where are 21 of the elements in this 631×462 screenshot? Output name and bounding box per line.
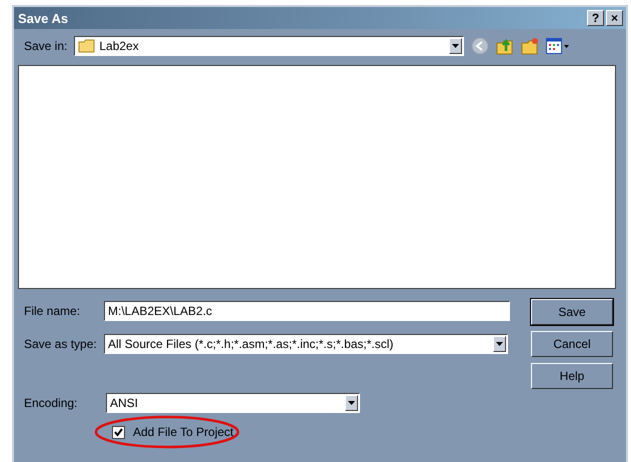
help-button[interactable]: ?	[587, 10, 604, 26]
window-title: Save As	[18, 10, 68, 26]
checkbox[interactable]	[112, 426, 125, 438]
encoding-label: Encoding:	[24, 396, 78, 410]
save-as-type-label: Save as type:	[24, 337, 96, 351]
close-button[interactable]: ×	[606, 10, 623, 26]
new-folder-icon[interactable]	[521, 37, 540, 55]
dialog-button[interactable]: Save	[531, 299, 613, 325]
file-name-label: File name:	[24, 304, 82, 318]
view-menu-icon[interactable]	[546, 38, 570, 54]
folder-icon	[78, 39, 96, 53]
save-as-type-dropdown[interactable]: All Source Files (*.c;*.h;*.asm;*.as;*.inc;*.s;*.bas;*.scl)	[104, 334, 508, 354]
back-icon[interactable]	[471, 37, 490, 55]
dialog-button[interactable]: Help	[531, 363, 613, 389]
checkbox-label: Add File To Project	[133, 425, 234, 439]
up-folder-icon[interactable]	[496, 37, 514, 55]
encoding-dropdown[interactable]: ANSI	[106, 393, 360, 413]
save-in-label: Save in:	[24, 39, 68, 53]
dialog-button[interactable]: Cancel	[531, 331, 613, 357]
save-in-dropdown[interactable]: Lab2ex	[74, 36, 464, 56]
file-name-field[interactable]: M:\LAB2EX\LAB2.c	[104, 301, 510, 321]
